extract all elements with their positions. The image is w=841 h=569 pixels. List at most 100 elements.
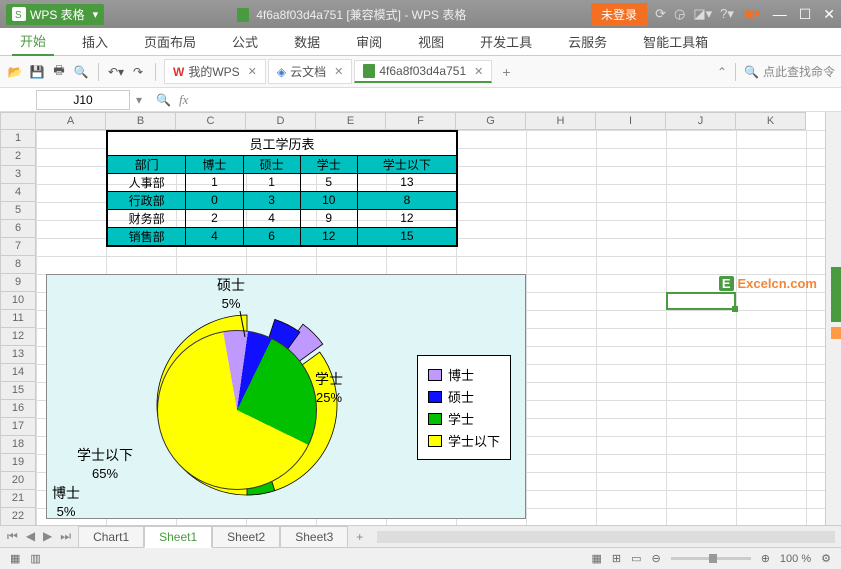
- doc-icon: [237, 8, 249, 22]
- row-header[interactable]: 1: [0, 130, 36, 148]
- prev-sheet-icon[interactable]: ◀: [23, 529, 38, 544]
- sheet-tab-sheet1[interactable]: Sheet1: [144, 526, 212, 548]
- next-sheet-icon[interactable]: ▶: [40, 529, 55, 544]
- cloud-icon[interactable]: ◶: [674, 6, 685, 22]
- col-header[interactable]: J: [666, 112, 736, 130]
- name-box[interactable]: [36, 90, 130, 110]
- close-icon[interactable]: ✕: [334, 65, 343, 78]
- row-header[interactable]: 4: [0, 184, 36, 202]
- print-icon[interactable]: 🖶: [50, 63, 68, 81]
- tab-devtools[interactable]: 开发工具: [472, 28, 540, 55]
- side-panel-grip[interactable]: [831, 267, 841, 322]
- row-header[interactable]: 9: [0, 274, 36, 292]
- view-mode-icon[interactable]: ▦: [591, 552, 601, 565]
- search-icon[interactable]: 🔍: [744, 65, 759, 79]
- spreadsheet-grid[interactable]: ABCDEFGHIJK 1234567891011121314151617181…: [0, 112, 841, 525]
- layout-page-icon[interactable]: ▥: [30, 552, 40, 565]
- app-menu[interactable]: S WPS 表格 ▾: [6, 4, 104, 25]
- save-icon[interactable]: 💾: [28, 63, 46, 81]
- settings-icon[interactable]: ⚙: [821, 552, 831, 565]
- minimize-button[interactable]: —: [773, 6, 787, 23]
- sheet-tab-sheet3[interactable]: Sheet3: [280, 526, 348, 548]
- preview-icon[interactable]: 🔍: [72, 63, 90, 81]
- col-header[interactable]: C: [176, 112, 246, 130]
- tab-insert[interactable]: 插入: [74, 28, 116, 55]
- side-panel-grip2[interactable]: [831, 327, 841, 339]
- col-header[interactable]: F: [386, 112, 456, 130]
- row-header[interactable]: 11: [0, 310, 36, 328]
- fill-handle[interactable]: [732, 306, 738, 312]
- tab-review[interactable]: 审阅: [348, 28, 390, 55]
- horizontal-scrollbar[interactable]: [377, 531, 835, 543]
- zoom-out-icon[interactable]: ⊖: [651, 552, 660, 565]
- collapse-ribbon-icon[interactable]: ⌃: [717, 65, 727, 79]
- find-command[interactable]: 点此查找命令: [763, 63, 835, 80]
- close-button[interactable]: ✕: [823, 6, 835, 23]
- zoom-value[interactable]: 100 %: [780, 553, 811, 565]
- row-header[interactable]: 20: [0, 472, 36, 490]
- feedback-icon[interactable]: ▣▾: [742, 6, 761, 22]
- row-header[interactable]: 6: [0, 220, 36, 238]
- row-header[interactable]: 19: [0, 454, 36, 472]
- tab-formula[interactable]: 公式: [224, 28, 266, 55]
- layout-normal-icon[interactable]: ▦: [10, 552, 20, 565]
- row-header[interactable]: 14: [0, 364, 36, 382]
- col-header[interactable]: E: [316, 112, 386, 130]
- row-header[interactable]: 2: [0, 148, 36, 166]
- login-button[interactable]: 未登录: [591, 3, 647, 26]
- tab-data[interactable]: 数据: [286, 28, 328, 55]
- sync-icon[interactable]: ⟳: [655, 6, 666, 22]
- row-header[interactable]: 3: [0, 166, 36, 184]
- doc-tab-active[interactable]: 4f6a8f03d4a751 ✕: [354, 60, 492, 83]
- sheet-tab-chart1[interactable]: Chart1: [78, 526, 144, 548]
- row-header[interactable]: 16: [0, 400, 36, 418]
- chevron-down-icon[interactable]: ▾: [130, 93, 148, 107]
- tab-start[interactable]: 开始: [12, 27, 54, 56]
- tab-pagelayout[interactable]: 页面布局: [136, 28, 204, 55]
- select-all-corner[interactable]: [0, 112, 36, 130]
- row-header[interactable]: 18: [0, 436, 36, 454]
- doc-tab-mywps[interactable]: W 我的WPS ✕: [164, 59, 266, 84]
- first-sheet-icon[interactable]: ⏮: [4, 529, 21, 544]
- col-header[interactable]: D: [246, 112, 316, 130]
- view-mode2-icon[interactable]: ⊞: [612, 552, 621, 565]
- row-header[interactable]: 7: [0, 238, 36, 256]
- row-header[interactable]: 10: [0, 292, 36, 310]
- last-sheet-icon[interactable]: ⏭: [57, 529, 74, 544]
- open-icon[interactable]: 📂: [6, 63, 24, 81]
- doc-tab-cloud[interactable]: ◈ 云文档 ✕: [268, 59, 352, 84]
- zoom-slider[interactable]: [671, 557, 751, 560]
- row-header[interactable]: 5: [0, 202, 36, 220]
- row-header[interactable]: 12: [0, 328, 36, 346]
- add-tab-button[interactable]: +: [494, 64, 518, 80]
- tab-cloud[interactable]: 云服务: [560, 28, 615, 55]
- col-header[interactable]: A: [36, 112, 106, 130]
- row-header[interactable]: 15: [0, 382, 36, 400]
- embedded-chart[interactable]: 硕士5% 学士25% 学士以下65% 博士5% 博士 硕士 学士 学士以下: [46, 274, 526, 519]
- close-icon[interactable]: ✕: [248, 65, 257, 78]
- col-header[interactable]: I: [596, 112, 666, 130]
- col-header[interactable]: H: [526, 112, 596, 130]
- view-mode3-icon[interactable]: ▭: [631, 552, 641, 565]
- col-header[interactable]: B: [106, 112, 176, 130]
- row-header[interactable]: 8: [0, 256, 36, 274]
- row-header[interactable]: 22: [0, 508, 36, 525]
- skin-icon[interactable]: ◪▾: [693, 6, 712, 22]
- row-header[interactable]: 17: [0, 418, 36, 436]
- tab-smarttools[interactable]: 智能工具箱: [635, 28, 716, 55]
- search-fx-icon[interactable]: 🔍: [156, 93, 171, 107]
- col-header[interactable]: G: [456, 112, 526, 130]
- maximize-button[interactable]: ☐: [799, 6, 812, 23]
- help-icon[interactable]: ?▾: [720, 6, 734, 22]
- zoom-in-icon[interactable]: ⊕: [761, 552, 770, 565]
- row-header[interactable]: 21: [0, 490, 36, 508]
- tab-view[interactable]: 视图: [410, 28, 452, 55]
- fx-icon[interactable]: fx: [179, 92, 188, 108]
- add-sheet-button[interactable]: +: [348, 530, 371, 544]
- sheet-tab-sheet2[interactable]: Sheet2: [212, 526, 280, 548]
- redo-icon[interactable]: ↷: [129, 63, 147, 81]
- undo-icon[interactable]: ↶▾: [107, 63, 125, 81]
- row-header[interactable]: 13: [0, 346, 36, 364]
- col-header[interactable]: K: [736, 112, 806, 130]
- close-icon[interactable]: ✕: [474, 65, 483, 78]
